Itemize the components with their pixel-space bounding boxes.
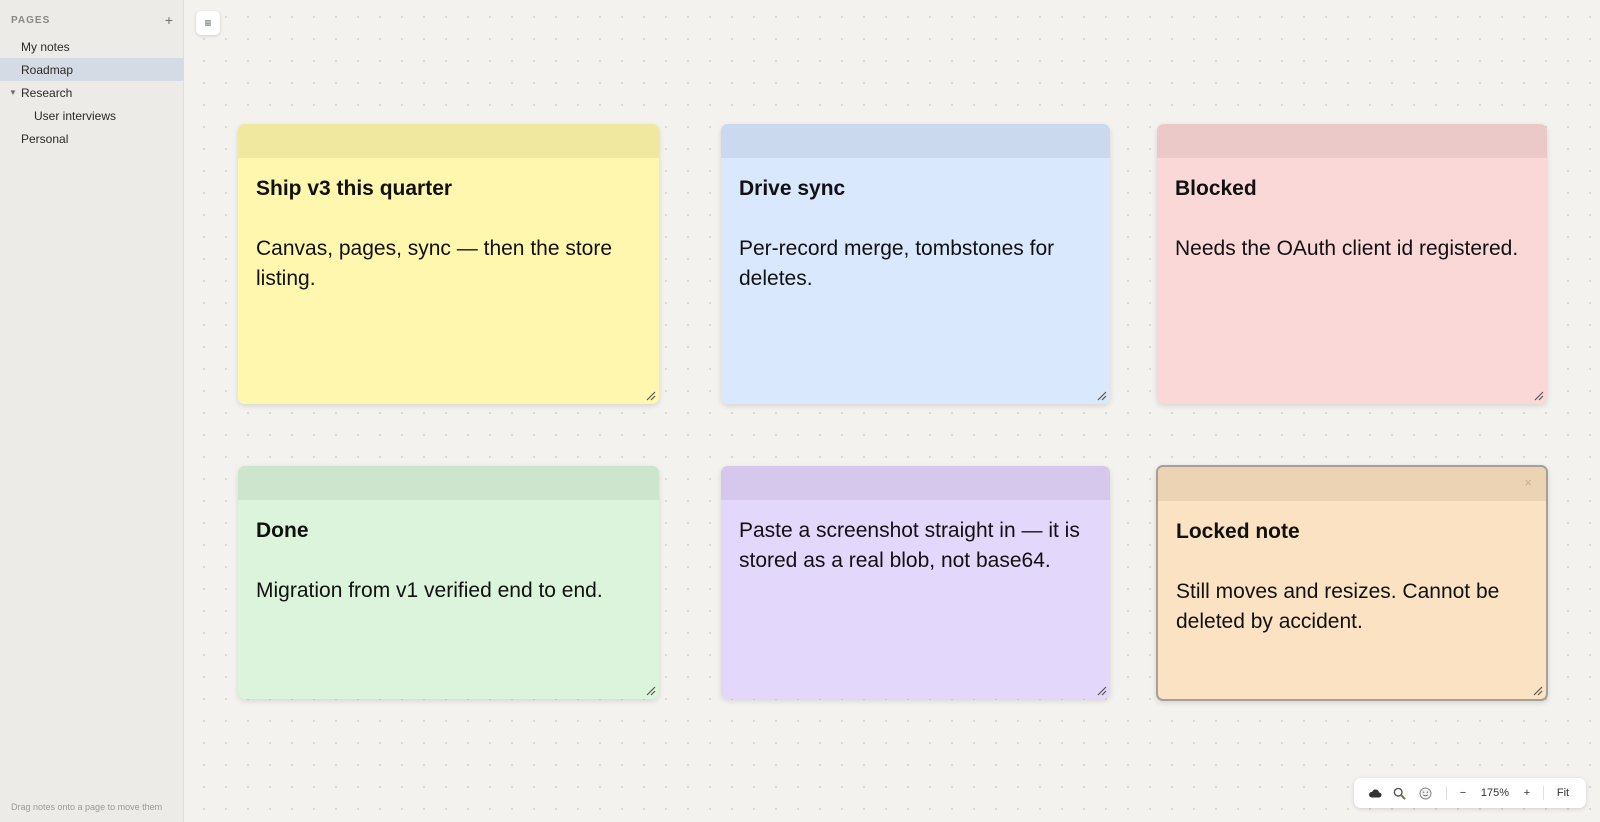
sidebar: PAGES + My notes Roadmap ▼ Research User … bbox=[0, 0, 184, 822]
resize-handle-icon[interactable] bbox=[1532, 389, 1544, 401]
sidebar-item-label: Research bbox=[21, 85, 73, 100]
note-header-bar[interactable] bbox=[721, 466, 1110, 500]
sidebar-hint: Drag notes onto a page to move them bbox=[11, 802, 163, 812]
search-icon[interactable] bbox=[1386, 783, 1412, 803]
caret-down-icon[interactable]: ▼ bbox=[9, 88, 17, 97]
note-header-bar[interactable] bbox=[238, 124, 659, 158]
note-card[interactable]: Drive sync Per-record merge, tombstones … bbox=[721, 124, 1110, 404]
sidebar-item-label: Roadmap bbox=[21, 62, 74, 77]
resize-handle-icon[interactable] bbox=[644, 389, 656, 401]
note-text[interactable]: Per-record merge, tombstones for deletes… bbox=[739, 234, 1092, 294]
note-title[interactable]: Ship v3 this quarter bbox=[256, 174, 641, 204]
sidebar-item-user-interviews[interactable]: User interviews bbox=[0, 104, 184, 127]
note-header-bar[interactable] bbox=[238, 466, 659, 500]
zoom-level: 175% bbox=[1480, 787, 1510, 799]
note-text[interactable]: Needs the OAuth client id registered. bbox=[1175, 234, 1529, 264]
note-title[interactable]: Drive sync bbox=[739, 174, 1092, 204]
page-list: My notes Roadmap ▼ Research User intervie… bbox=[0, 35, 184, 150]
toolbar-divider bbox=[1446, 786, 1447, 800]
note-card[interactable]: Done Migration from v1 verified end to e… bbox=[238, 466, 659, 699]
note-card[interactable]: Ship v3 this quarter Canvas, pages, sync… bbox=[238, 124, 659, 404]
note-title[interactable]: Done bbox=[256, 516, 641, 546]
note-header-bar[interactable]: × bbox=[1158, 467, 1546, 501]
note-header-bar[interactable] bbox=[1157, 124, 1547, 158]
note-header-bar[interactable] bbox=[721, 124, 1110, 158]
sidebar-toggle-button[interactable]: ≡ bbox=[196, 11, 220, 35]
note-text[interactable]: Paste a screenshot straight in — it is s… bbox=[739, 516, 1092, 576]
resize-handle-icon[interactable] bbox=[1095, 684, 1107, 696]
fit-button[interactable]: Fit bbox=[1552, 783, 1574, 803]
sidebar-item-my-notes[interactable]: My notes bbox=[0, 35, 184, 58]
note-title[interactable]: Blocked bbox=[1175, 174, 1529, 204]
note-card[interactable]: Paste a screenshot straight in — it is s… bbox=[721, 466, 1110, 699]
resize-handle-icon[interactable] bbox=[644, 684, 656, 696]
note-text[interactable]: Migration from v1 verified end to end. bbox=[256, 576, 641, 606]
resize-handle-icon[interactable] bbox=[1531, 684, 1543, 696]
smiley-icon[interactable] bbox=[1412, 783, 1438, 803]
sidebar-item-label: Personal bbox=[21, 131, 69, 146]
close-icon[interactable]: × bbox=[1524, 475, 1532, 490]
note-text[interactable]: Canvas, pages, sync — then the store lis… bbox=[256, 234, 641, 294]
bottom-toolbar: − 175% + Fit bbox=[1354, 778, 1586, 808]
sidebar-item-personal[interactable]: Personal bbox=[0, 127, 184, 150]
note-text[interactable]: Still moves and resizes. Cannot be delet… bbox=[1176, 577, 1528, 637]
note-card[interactable]: Blocked Needs the OAuth client id regist… bbox=[1157, 124, 1547, 404]
toolbar-divider bbox=[1543, 786, 1544, 800]
sidebar-item-roadmap[interactable]: Roadmap bbox=[0, 58, 184, 81]
sidebar-title: PAGES bbox=[11, 14, 51, 26]
note-title[interactable]: Locked note bbox=[1176, 517, 1528, 547]
plus-icon[interactable]: + bbox=[165, 13, 173, 27]
note-card-locked[interactable]: × Locked note Still moves and resizes. C… bbox=[1156, 465, 1548, 701]
sidebar-item-label: User interviews bbox=[34, 108, 117, 123]
menu-icon: ≡ bbox=[204, 16, 212, 30]
sidebar-item-research[interactable]: ▼ Research bbox=[0, 81, 184, 104]
sidebar-header: PAGES + bbox=[11, 13, 173, 27]
sidebar-item-label: My notes bbox=[21, 39, 70, 54]
resize-handle-icon[interactable] bbox=[1095, 389, 1107, 401]
zoom-out-button[interactable]: − bbox=[1455, 783, 1471, 803]
cloud-icon[interactable] bbox=[1364, 783, 1386, 803]
zoom-in-button[interactable]: + bbox=[1519, 783, 1535, 803]
